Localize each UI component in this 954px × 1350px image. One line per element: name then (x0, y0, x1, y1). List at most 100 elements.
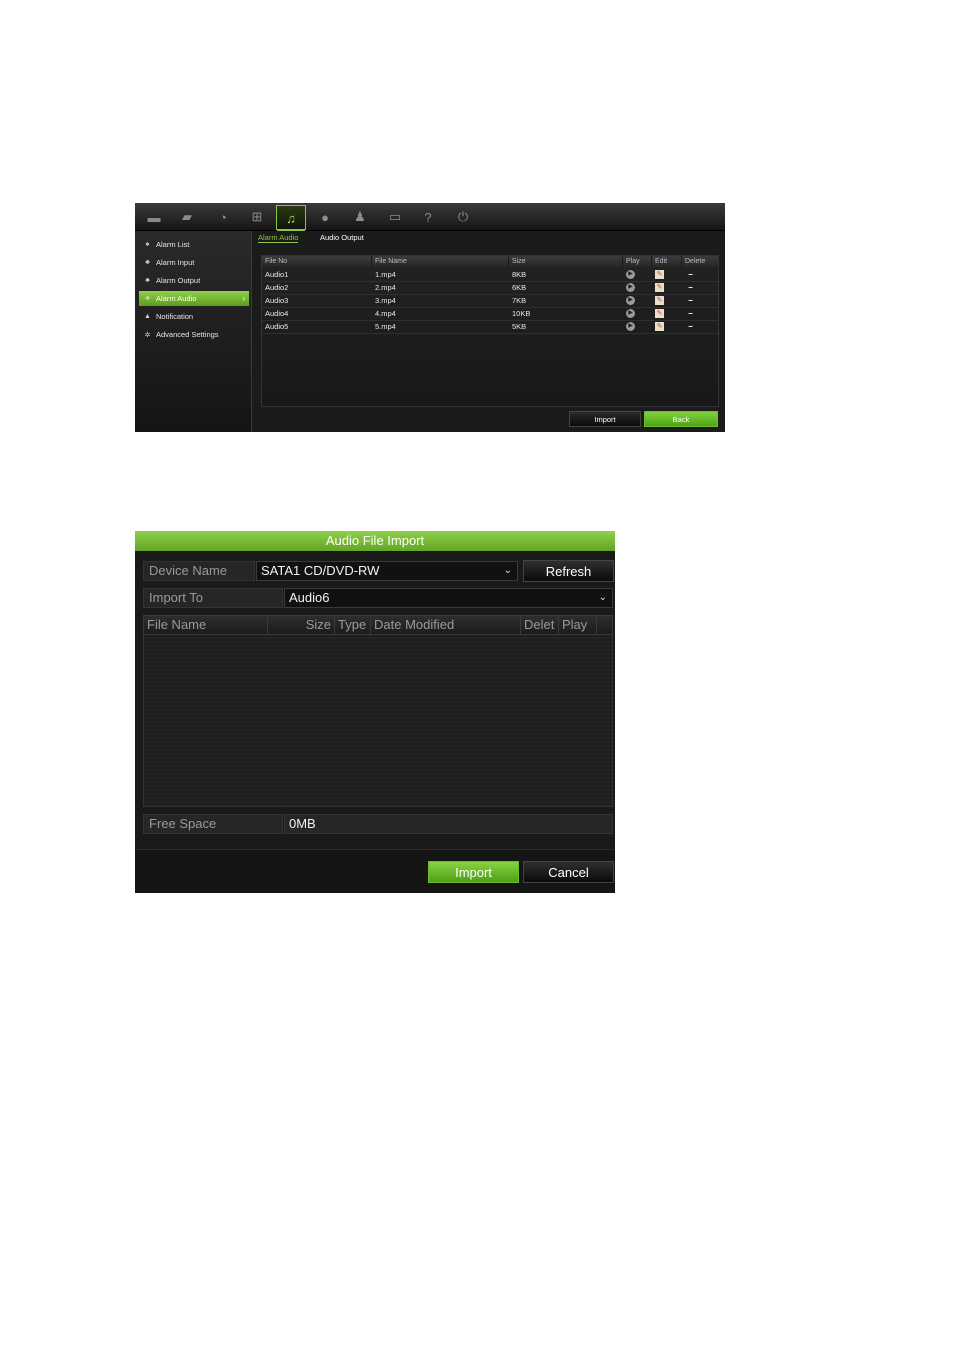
column-header-file-no: File No (262, 256, 372, 267)
file-name-cell: 5.mp4 (375, 322, 396, 331)
sidebar-item-alarm-input[interactable]: ♣ Alarm Input (139, 255, 249, 270)
table-row[interactable]: Audio2 2.mp4 6KB ▶ ✎ − (262, 281, 718, 295)
sidebar-item-alarm-audio[interactable]: ♣ Alarm Audio › (139, 291, 249, 306)
sidebar-item-alarm-output[interactable]: ♣ Alarm Output (139, 273, 249, 288)
sidebar-item-label: Alarm Output (156, 276, 201, 285)
size-cell: 8KB (512, 270, 527, 279)
alarm-audio-icon: ♣ (145, 295, 150, 302)
column-header-play: Play (623, 256, 652, 267)
column-header-delete: Delete (685, 258, 706, 265)
file-no-cell: Audio2 (265, 283, 289, 292)
table-header: File No File Name Size Play Edit Delete (262, 256, 718, 267)
edit-icon[interactable]: ✎ (655, 270, 664, 279)
table-row[interactable]: Audio3 3.mp4 7KB ▶ ✎ − (262, 294, 718, 308)
delete-icon[interactable]: − (686, 322, 695, 331)
column-header-size: Size (509, 256, 623, 267)
column-header-type: Type (335, 616, 371, 634)
audio-file-import-dialog: Audio File Import Device Name SATA1 CD/D… (135, 531, 615, 893)
alarm-list-icon: ♠ (145, 241, 150, 248)
settings-sidebar: ♠ Alarm List ♣ Alarm Input ♣ Alarm Outpu… (135, 231, 252, 432)
cancel-button[interactable]: Cancel (523, 861, 614, 883)
size-cell: 7KB (512, 296, 527, 305)
sidebar-item-label: Notification (156, 312, 194, 321)
refresh-button[interactable]: Refresh (523, 560, 614, 582)
file-list-header: File Name Size Type Date Modified Delet … (143, 615, 613, 635)
sidebar-item-label: Alarm Audio (156, 294, 197, 303)
device-name-label-box: Device Name (143, 561, 255, 581)
size-cell: 5KB (512, 322, 527, 331)
sidebar-item-label: Alarm Input (156, 258, 195, 267)
table-row[interactable]: Audio5 5.mp4 5KB ▶ ✎ − (262, 320, 718, 334)
import-to-value: Audio6 (289, 590, 330, 605)
chevron-down-icon: ⌄ (598, 592, 607, 603)
user-icon[interactable]: ♟ (346, 206, 374, 228)
sidebar-item-label: Alarm List (156, 240, 190, 249)
column-header-date-modified: Date Modified (371, 616, 521, 634)
import-to-label-box: Import To (143, 588, 283, 608)
column-header-edit: Edit (652, 256, 682, 267)
column-header-delete: Delet (521, 616, 559, 634)
alarm-input-icon: ♣ (145, 259, 150, 266)
back-button[interactable]: Back (644, 411, 718, 427)
play-icon[interactable]: ▶ (626, 309, 635, 318)
table-row[interactable]: Audio1 1.mp4 8KB ▶ ✎ − (262, 268, 718, 282)
size-cell: 6KB (512, 283, 527, 292)
advanced-settings-icon: ✲ (144, 331, 151, 339)
size-cell: 10KB (512, 309, 531, 318)
device-name-select[interactable]: SATA1 CD/DVD-RW ⌄ (256, 561, 518, 581)
play-icon[interactable]: ▶ (626, 270, 635, 279)
sidebar-item-advanced-settings[interactable]: ✲ Advanced Settings (139, 327, 249, 342)
import-to-label: Import To (149, 590, 203, 605)
dialog-footer: Import Cancel (135, 849, 615, 893)
edit-icon[interactable]: ✎ (655, 296, 664, 305)
power-icon[interactable]: ⏻ (449, 206, 477, 228)
main-toolbar: ▬ ▰ ◔ ⊞ ♫ ● ♟ ▭ ? ⏻ (135, 203, 725, 231)
import-button[interactable]: Import (569, 411, 641, 427)
alarm-bell-icon[interactable]: ♫ (276, 205, 306, 231)
edit-icon[interactable]: ✎ (655, 322, 664, 331)
tab-alarm-audio[interactable]: Alarm Audio (258, 233, 299, 243)
file-no-cell: Audio5 (265, 322, 289, 331)
file-no-cell: Audio4 (265, 309, 289, 318)
alarm-audio-screen: ▬ ▰ ◔ ⊞ ♫ ● ♟ ▭ ? ⏻ ♠ Alarm List ♣ Alarm… (135, 203, 725, 432)
edit-icon[interactable]: ✎ (655, 309, 664, 318)
dialog-title: Audio File Import (135, 531, 615, 551)
edit-icon[interactable]: ✎ (655, 283, 664, 292)
table-row[interactable]: Audio4 4.mp4 10KB ▶ ✎ − (262, 307, 718, 321)
file-name-cell: 4.mp4 (375, 309, 396, 318)
play-icon[interactable]: ▶ (626, 322, 635, 331)
device-icon[interactable]: ▭ (381, 206, 409, 228)
import-button[interactable]: Import (428, 861, 519, 883)
column-header-file-name: File Name (144, 616, 268, 634)
tab-audio-output[interactable]: Audio Output (320, 233, 364, 242)
play-icon[interactable]: ▶ (626, 283, 635, 292)
delete-icon[interactable]: − (686, 283, 695, 292)
file-name-cell: 1.mp4 (375, 270, 396, 279)
free-space-value-box: 0MB (284, 814, 613, 834)
device-name-label: Device Name (149, 563, 228, 578)
delete-icon[interactable]: − (686, 296, 695, 305)
column-header-play: Play (559, 616, 597, 634)
disk-icon[interactable]: ● (311, 206, 339, 228)
network-icon[interactable]: ⊞ (243, 206, 271, 228)
device-name-value: SATA1 CD/DVD-RW (261, 563, 380, 578)
sidebar-item-alarm-list[interactable]: ♠ Alarm List (139, 237, 249, 252)
sidebar-item-notification[interactable]: ▲ Notification (139, 309, 249, 324)
delete-icon[interactable]: − (686, 270, 695, 279)
file-list-body[interactable] (143, 635, 613, 807)
chevron-down-icon: ⌄ (503, 565, 512, 576)
audio-file-table: File No File Name Size Play Edit Delete … (261, 255, 719, 407)
column-header-size: Size (268, 616, 335, 634)
free-space-label: Free Space (149, 816, 217, 831)
file-name-cell: 3.mp4 (375, 296, 396, 305)
monitor-icon[interactable]: ▬ (140, 206, 168, 228)
alarm-output-icon: ♣ (145, 277, 150, 284)
play-icon[interactable]: ▶ (626, 296, 635, 305)
import-to-select[interactable]: Audio6 ⌄ (284, 588, 613, 608)
camera-icon[interactable]: ▰ (173, 206, 201, 228)
sidebar-item-label: Advanced Settings (156, 330, 219, 339)
delete-icon[interactable]: − (686, 309, 695, 318)
file-no-cell: Audio3 (265, 296, 289, 305)
schedule-icon[interactable]: ◔ (209, 206, 237, 228)
help-icon[interactable]: ? (414, 206, 442, 228)
